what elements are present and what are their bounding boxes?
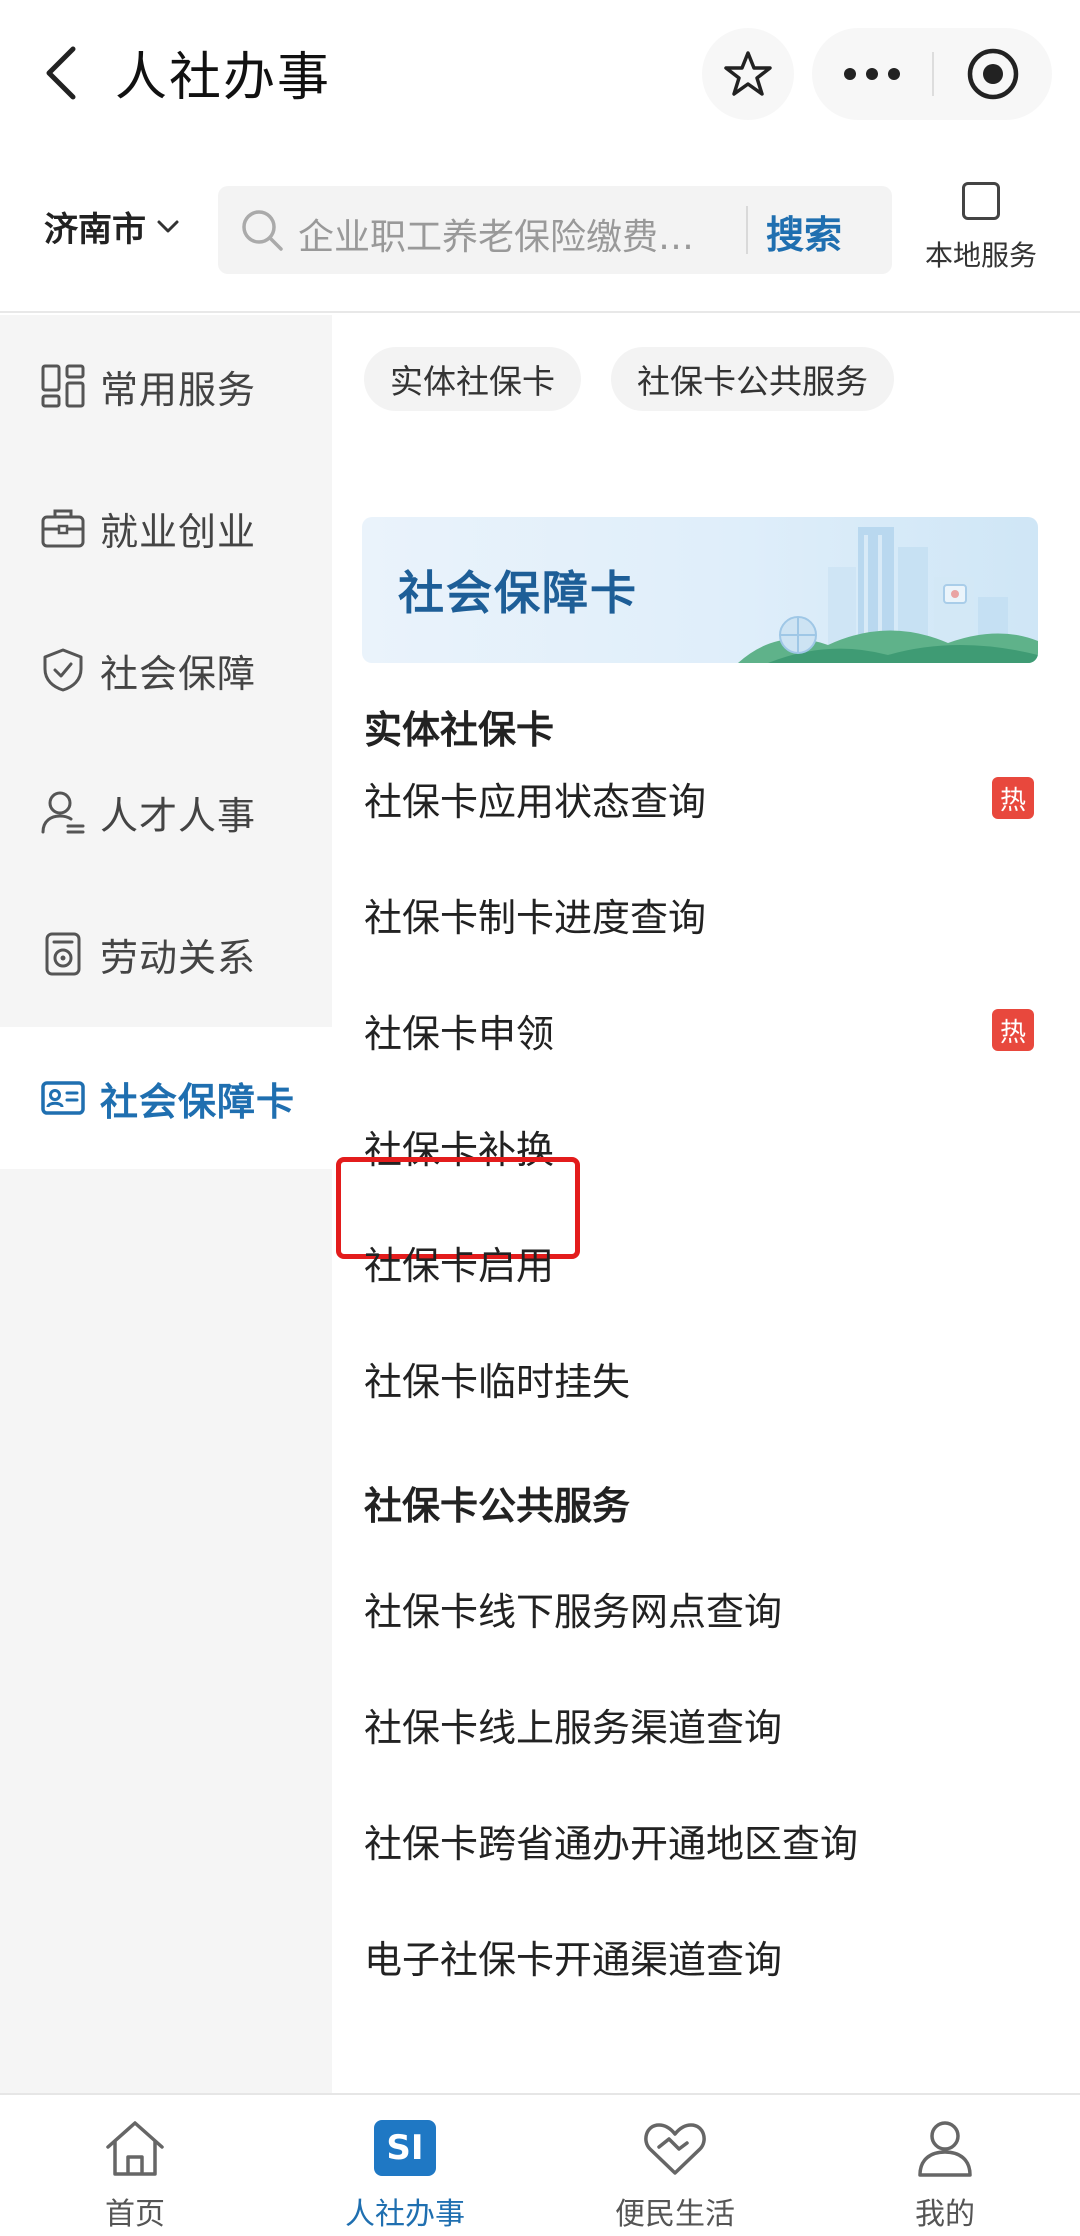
search-row: 济南市 企业职工养老保险缴费… 搜索 本地服务 [0, 150, 1080, 313]
shield-icon [40, 647, 86, 693]
search-divider [746, 206, 748, 254]
sidebar-item-social-security[interactable]: 社会保障 [0, 599, 332, 741]
user-icon [912, 2115, 978, 2181]
close-miniprogram-button[interactable] [934, 28, 1052, 120]
banner: 社会保障卡 [362, 517, 1038, 663]
service-item-e-card-channels-query[interactable]: 电子社保卡开通渠道查询 [364, 1929, 782, 1984]
chip-card-public-services[interactable]: 社保卡公共服务 [611, 347, 894, 411]
local-service-toggle[interactable]: 本地服务 [916, 178, 1046, 288]
service-item-card-progress-query[interactable]: 社保卡制卡进度查询 [364, 887, 706, 942]
chip-physical-card[interactable]: 实体社保卡 [364, 347, 581, 411]
page-title: 人社办事 [115, 48, 332, 108]
search-input[interactable]: 企业职工养老保险缴费… 搜索 [218, 186, 892, 274]
service-content: 实体社保卡 社保卡公共服务 社会保障卡 实体社保卡 社保卡应用状态查询 热 社保… [332, 315, 1080, 2093]
sidebar-item-labor-relations[interactable]: 劳动关系 [0, 883, 332, 1025]
city-selector[interactable]: 济南市 [44, 202, 180, 251]
tab-home[interactable]: 首页 [0, 2095, 270, 2236]
sidebar-item-label: 就业创业 [100, 509, 257, 554]
grid-icon [40, 363, 86, 409]
hot-badge: 热 [992, 1009, 1034, 1051]
service-item-card-status-query[interactable]: 社保卡应用状态查询 [364, 771, 706, 826]
bottom-tab-bar: 首页 SI 人社办事 便民生活 我的 [0, 2093, 1080, 2236]
chevron-down-icon [157, 220, 179, 232]
target-circle-icon [967, 48, 1019, 100]
person-icon [40, 789, 86, 835]
service-item-card-activate[interactable]: 社保卡启用 [364, 1235, 554, 1290]
sidebar-item-label: 社会保障卡 [100, 1079, 296, 1124]
search-placeholder: 企业职工养老保险缴费… [298, 217, 695, 258]
favorite-button[interactable] [702, 28, 794, 120]
search-button[interactable]: 搜索 [766, 204, 842, 259]
service-item-online-channels-query[interactable]: 社保卡线上服务渠道查询 [364, 1697, 782, 1752]
city-skyline-illustration [738, 527, 1038, 663]
service-item-card-temp-loss[interactable]: 社保卡临时挂失 [364, 1351, 630, 1406]
handshake-heart-icon [642, 2115, 708, 2181]
home-icon [102, 2115, 168, 2181]
banner-title: 社会保障卡 [398, 566, 638, 620]
top-nav-bar: 人社办事 [0, 0, 1080, 150]
city-label: 济南市 [44, 210, 146, 250]
sidebar-item-talent-personnel[interactable]: 人才人事 [0, 741, 332, 883]
section-title-card-public-services: 社保卡公共服务 [364, 1484, 631, 1528]
sidebar-item-label: 社会保障 [100, 651, 257, 696]
checkbox-icon [962, 182, 1000, 220]
local-service-label: 本地服务 [924, 239, 1037, 272]
sidebar-item-employment[interactable]: 就业创业 [0, 457, 332, 599]
more-button[interactable] [812, 28, 932, 120]
chevron-left-icon [46, 46, 76, 100]
section-chips: 实体社保卡 社保卡公共服务 [364, 347, 894, 411]
category-sidebar: 常用服务 就业创业 社会保障 人才人事 劳动关系 社会保障卡 [0, 315, 332, 2093]
tab-mine[interactable]: 我的 [810, 2095, 1080, 2236]
tab-label: 首页 [105, 2197, 165, 2232]
tab-convenient-life[interactable]: 便民生活 [540, 2095, 810, 2236]
briefcase-icon [40, 505, 86, 551]
hot-badge: 热 [992, 777, 1034, 819]
sidebar-item-label: 常用服务 [100, 367, 257, 412]
sidebar-item-label: 劳动关系 [100, 935, 257, 980]
miniprogram-capsule [812, 28, 1052, 120]
tab-label: 人社办事 [345, 2197, 465, 2232]
tab-hr-services[interactable]: SI 人社办事 [270, 2095, 540, 2236]
tab-label: 便民生活 [615, 2197, 735, 2232]
document-icon [40, 931, 86, 977]
sidebar-item-social-security-card[interactable]: 社会保障卡 [0, 1027, 332, 1169]
star-icon [724, 51, 772, 96]
more-dots-icon [844, 68, 900, 80]
service-item-offline-outlets-query[interactable]: 社保卡线下服务网点查询 [364, 1581, 782, 1636]
si-badge-text: SI [374, 2120, 436, 2176]
service-item-card-apply[interactable]: 社保卡申领 [364, 1003, 554, 1058]
section-title-physical-card: 实体社保卡 [364, 708, 555, 752]
sidebar-item-common-services[interactable]: 常用服务 [0, 315, 332, 457]
back-button[interactable] [36, 38, 86, 108]
search-icon [242, 210, 283, 251]
si-icon: SI [372, 2115, 438, 2181]
tab-label: 我的 [915, 2197, 975, 2232]
sidebar-item-label: 人才人事 [100, 793, 257, 838]
service-item-cross-province-query[interactable]: 社保卡跨省通办开通地区查询 [364, 1813, 858, 1868]
id-card-icon [40, 1075, 86, 1121]
